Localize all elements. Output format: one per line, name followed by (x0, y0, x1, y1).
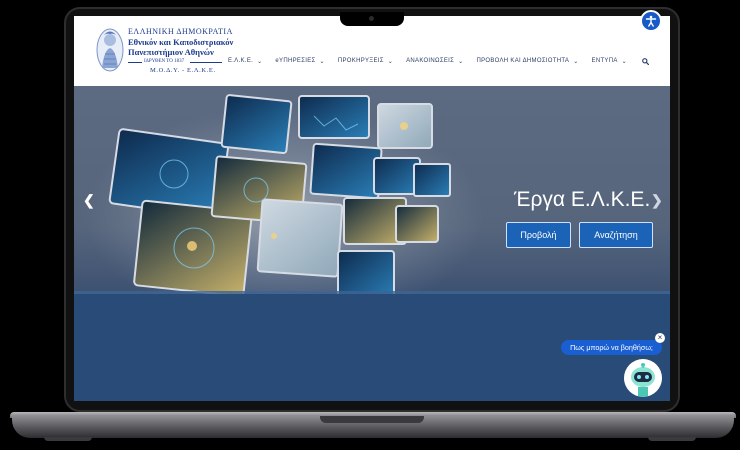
main-nav: Ε.Λ.Κ.Ε. ⌄ eΥΠΗΡΕΣΙΕΣ ⌄ ΠΡΟΚΗΡΥΞΕΙΣ ⌄ ΑΝΑΚΟ… (228, 54, 649, 68)
chat-prompt-bubble[interactable]: Πως μπορώ να βοηθήσω; (561, 340, 662, 355)
nav-item-forms[interactable]: ΕΝΤΥΠΑ ⌄ (592, 54, 627, 68)
chevron-down-icon: ⌄ (319, 58, 325, 65)
search-icon (642, 57, 649, 65)
site-header: ΕΛΛΗΝΙΚΗ ΔΗΜΟΚΡΑΤΙΑ Εθνικόν και Καποδιστ… (74, 16, 670, 86)
chevron-down-icon: ⌄ (621, 58, 627, 65)
chevron-down-icon: ⌄ (387, 58, 394, 65)
nav-item-label: Ε.Λ.Κ.Ε. (228, 58, 254, 64)
nav-item-label: ΠΡΟΒΟΛΗ ΚΑΙ ΔΗΜΟΣΙΟΤΗΤΑ (476, 58, 570, 64)
logo-unit-text: Μ.Ο.Δ.Υ. - Ε.Λ.Κ.Ε. (150, 67, 216, 74)
nav-item-label: ΑΝΑΚΟΙΝΩΣΕΙΣ (406, 58, 455, 64)
athena-seal-icon (96, 28, 124, 72)
search-projects-button[interactable]: Αναζήτηση (579, 222, 653, 248)
nav-item-label: ΕΝΤΥΠΑ (591, 58, 618, 64)
nav-item-calls[interactable]: ΠΡΟΚΗΡΥΞΕΙΣ ⌄ (338, 54, 393, 68)
logo-divider-left (128, 62, 142, 63)
search-button[interactable] (642, 54, 649, 68)
chevron-down-icon: ⌄ (257, 58, 263, 65)
laptop-foot-right (648, 437, 696, 441)
robot-icon (631, 363, 655, 397)
logo-divider-right (190, 62, 222, 63)
logo-republic-text: ΕΛΛΗΝΙΚΗ ΔΗΜΟΚΡΑΤΙΑ (128, 27, 233, 36)
nav-item-eservices[interactable]: eΥΠΗΡΕΣΙΕΣ ⌄ (275, 54, 324, 68)
nav-item-label: eΥΠΗΡΕΣΙΕΣ (275, 58, 316, 64)
hero-title: Έργα Ε.Λ.Κ.Ε. (514, 188, 651, 211)
laptop-foot-left (44, 437, 92, 441)
slider-next-arrow[interactable]: ❯ (651, 192, 663, 209)
view-button[interactable]: Προβολή (506, 222, 571, 248)
chat-close-button[interactable]: × (655, 333, 665, 343)
camera-icon (369, 16, 374, 21)
nav-item-publicity[interactable]: ΠΡΟΒΟΛΗ ΚΑΙ ΔΗΜΟΣΙΟΤΗΤΑ ⌄ (476, 54, 578, 68)
site-logo[interactable]: ΕΛΛΗΝΙΚΗ ΔΗΜΟΚΡΑΤΙΑ Εθνικόν και Καποδιστ… (92, 25, 252, 81)
logo-university-text-1: Εθνικόν και Καποδιστριακόν (128, 37, 234, 47)
chatbot-button[interactable] (624, 359, 662, 397)
nav-item-label: ΠΡΟΚΗΡΥΞΕΙΣ (337, 58, 384, 64)
slider-prev-arrow[interactable]: ❮ (83, 192, 95, 209)
accessibility-icon (645, 15, 657, 27)
nav-item-announcements[interactable]: ΑΝΑΚΟΙΝΩΣΕΙΣ ⌄ (406, 54, 463, 68)
nav-item-elke[interactable]: Ε.Λ.Κ.Ε. ⌄ (228, 54, 262, 68)
chevron-down-icon: ⌄ (573, 58, 579, 65)
accessibility-button[interactable] (640, 10, 662, 32)
laptop-opening-notch (320, 416, 424, 423)
chevron-down-icon: ⌄ (458, 58, 464, 65)
